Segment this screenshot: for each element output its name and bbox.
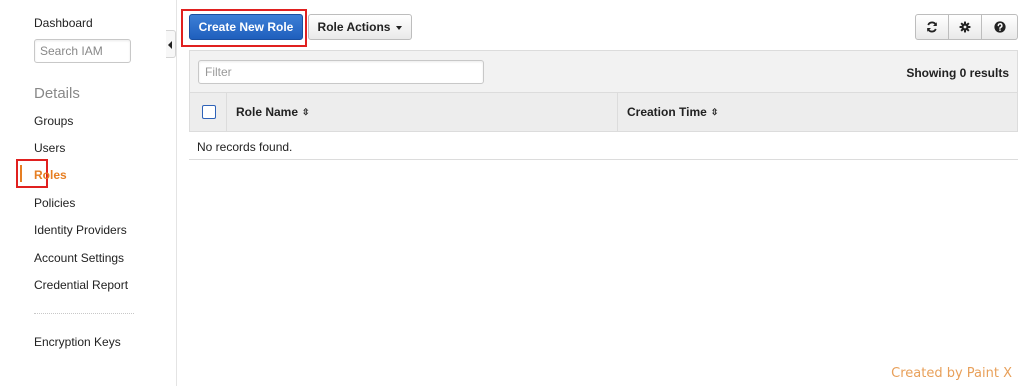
role-actions-label: Role Actions [317,20,391,34]
filter-bar: Showing 0 results [189,50,1018,93]
column-header-label: Creation Time [627,105,707,119]
help-button[interactable] [981,14,1018,40]
table-header: Role Name ⇳ Creation Time ⇳ [189,93,1018,132]
settings-button[interactable] [948,14,982,40]
watermark: Created by Paint X [891,366,1012,381]
sidebar-item-identity-providers[interactable]: Identity Providers [34,223,127,237]
column-header-creation-time[interactable]: Creation Time ⇳ [627,105,718,119]
sidebar-item-policies[interactable]: Policies [34,196,75,210]
chevron-left-icon [168,41,172,49]
sidebar-item-users[interactable]: Users [34,141,65,155]
filter-input[interactable] [198,60,484,84]
sort-icon: ⇳ [710,107,719,117]
active-indicator [20,165,22,182]
results-count: Showing 0 results [906,66,1009,80]
empty-message: No records found. [197,140,293,154]
gear-icon [959,21,971,33]
refresh-icon [927,21,937,33]
column-header-role-name[interactable]: Role Name ⇳ [236,105,310,119]
table-empty-row: No records found. [189,132,1018,160]
sidebar-item-label: Roles [34,168,67,182]
caret-down-icon [396,25,403,30]
refresh-button[interactable] [915,14,949,40]
sidebar-item-account-settings[interactable]: Account Settings [34,251,124,265]
column-header-label: Role Name [236,105,299,119]
select-all-checkbox[interactable] [202,105,216,119]
sidebar-heading-details: Details [34,85,80,102]
help-icon [993,21,1006,33]
column-divider [226,93,227,131]
search-input[interactable] [34,39,131,63]
sidebar-item-encryption-keys[interactable]: Encryption Keys [34,335,121,349]
sidebar-divider [34,313,134,314]
sidebar-border [176,0,177,386]
column-divider [617,93,618,131]
role-actions-button[interactable]: Role Actions [308,14,412,40]
sidebar-item-credential-report[interactable]: Credential Report [34,278,128,292]
sort-icon: ⇳ [302,107,310,117]
sidebar-item-roles[interactable]: Roles [16,159,67,188]
sidebar-collapse-handle[interactable] [166,30,176,58]
sidebar-item-groups[interactable]: Groups [34,114,73,128]
sidebar: Dashboard Details Groups Users Roles Pol… [0,0,165,386]
sidebar-item-dashboard[interactable]: Dashboard [34,16,93,30]
create-new-role-button[interactable]: Create New Role [189,14,303,40]
